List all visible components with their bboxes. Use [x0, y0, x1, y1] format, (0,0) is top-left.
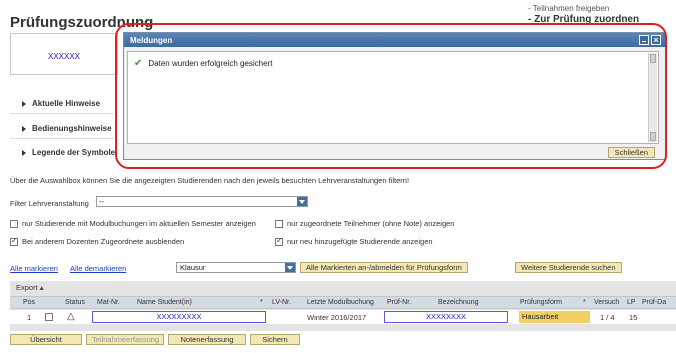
col-header: *	[583, 299, 586, 306]
info-card: XXXXXX	[10, 33, 118, 75]
overview-button[interactable]: Übersicht	[10, 334, 82, 345]
checkbox[interactable]	[275, 219, 283, 228]
close-button[interactable]: Schließen	[607, 147, 655, 158]
link-alle-markieren[interactable]: Alle markieren	[10, 264, 58, 273]
section-label: Bedienungshinweise	[32, 124, 112, 133]
messages-dialog: Meldungen × ✔ Daten wurden erfolgreich ge…	[123, 32, 666, 160]
section-label: Legende der Symbole	[32, 148, 116, 157]
dialog-header: Meldungen ×	[124, 33, 665, 47]
col-header[interactable]: Bezeichnung	[438, 299, 478, 306]
col-header[interactable]: Name Student(in)	[137, 299, 192, 306]
dropdown-arrow-icon[interactable]	[285, 263, 295, 272]
section-legende[interactable]: Legende der Symbole	[22, 148, 115, 157]
filter-label: Filter Lehrveranstaltung	[10, 199, 89, 208]
table-header: Pos Status Mat-Nr. Name Student(in) * LV…	[10, 296, 676, 309]
vertical-scrollbar[interactable]	[648, 53, 657, 142]
success-check-icon: ✔	[134, 58, 143, 69]
info-text: Über die Auswahlbox können Sie die angez…	[10, 176, 410, 185]
section-label: Aktuelle Hinweise	[32, 99, 101, 108]
col-header[interactable]: Prüf-Nr.	[387, 299, 411, 306]
grades-button[interactable]: Notenerfassung	[168, 334, 246, 345]
filter-lehrveranstaltung-select[interactable]: --	[96, 196, 308, 207]
dropdown-arrow-icon[interactable]	[297, 197, 307, 206]
divider	[10, 138, 114, 139]
section-aktuelle-hinweise[interactable]: Aktuelle Hinweise	[22, 99, 100, 108]
option-neu-hinzugefuegt[interactable]: nur neu hinzugefügte Studierende anzeige…	[275, 236, 433, 246]
card-id: XXXXXX	[47, 52, 80, 61]
expand-arrow-icon	[22, 100, 26, 107]
option-modulbuchungen[interactable]: nur Studierende mit Modulbuchungen im ak…	[10, 219, 256, 228]
status-warning-icon: △	[67, 311, 75, 322]
save-button[interactable]: Sichern	[250, 334, 300, 345]
col-header[interactable]: LV-Nr.	[272, 299, 291, 306]
filter-value: --	[99, 197, 104, 206]
table-row[interactable]: 1 △ XXXXXXXXX Winter 2016/2017 XXXXXXXX …	[10, 310, 676, 324]
cell-name: XXXXXXXXX	[92, 311, 266, 323]
message-list: ✔ Daten wurden erfolgreich gesichert	[127, 51, 659, 144]
col-header[interactable]: Letzte Modulbuchung	[307, 299, 374, 306]
cell-lp: 15	[629, 313, 638, 322]
col-header[interactable]: Pos	[23, 299, 35, 306]
students-table: Export ▴ Pos Status Mat-Nr. Name Student…	[10, 281, 676, 331]
exam-form-value: Klausur	[180, 263, 206, 272]
col-header[interactable]: Prüfungsform	[520, 299, 562, 306]
link-alle-demarkieren[interactable]: Alle demarkieren	[70, 264, 126, 273]
row-checkbox[interactable]	[45, 312, 53, 322]
exam-form-select[interactable]: Klausur	[176, 262, 296, 273]
col-header[interactable]: Mat-Nr.	[97, 299, 120, 306]
dialog-title: Meldungen	[130, 36, 173, 45]
checkbox[interactable]	[275, 236, 283, 246]
bulk-register-button[interactable]: Alle Markierten an-/abmelden für Prüfung…	[300, 262, 468, 273]
export-toggle[interactable]: Export ▴	[16, 283, 44, 292]
col-header[interactable]: Prüf-Da	[642, 299, 666, 306]
link-zur-pruefung-zuordnen[interactable]: - Zur Prüfung zuordnen	[528, 14, 639, 25]
divider	[10, 113, 114, 114]
message-text: Daten wurden erfolgreich gesichert	[148, 59, 273, 68]
more-students-button[interactable]: Weitere Studierende suchen	[515, 262, 622, 273]
cell-bezeichnung: XXXXXXXX	[384, 311, 508, 323]
close-icon[interactable]: ×	[651, 35, 661, 45]
cell-letzte-modulbuchung: Winter 2016/2017	[307, 313, 367, 322]
col-header[interactable]: Status	[65, 299, 85, 306]
cell-pos: 1	[27, 313, 32, 322]
page-title: Prüfungszuordnung	[10, 14, 154, 31]
col-header[interactable]: LP	[627, 299, 636, 306]
expand-arrow-icon	[22, 149, 26, 156]
minimize-icon[interactable]	[639, 35, 649, 45]
col-header: *	[260, 299, 263, 306]
link-teilnahmen-freigeben[interactable]: - Teilnahmen freigeben	[528, 4, 609, 13]
checkbox[interactable]	[10, 219, 18, 228]
participation-button[interactable]: Teilnahmeerfassung	[86, 334, 164, 345]
expand-arrow-icon	[22, 125, 26, 132]
cell-versuch: 1 / 4	[600, 313, 615, 322]
section-bedienungshinweise[interactable]: Bedienungshinweise	[22, 124, 112, 133]
checkbox[interactable]	[10, 236, 18, 246]
col-header[interactable]: Versuch	[594, 299, 619, 306]
option-zugeordnete-teilnehmer[interactable]: nur zugeordnete Teilnehmer (ohne Note) a…	[275, 219, 454, 228]
option-andere-dozenten[interactable]: Bei anderem Dozenten Zugeordnete ausblen…	[10, 236, 184, 246]
cell-pruefungsform[interactable]: Hausarbeit	[519, 311, 590, 323]
message-item: ✔ Daten wurden erfolgreich gesichert	[134, 58, 272, 69]
